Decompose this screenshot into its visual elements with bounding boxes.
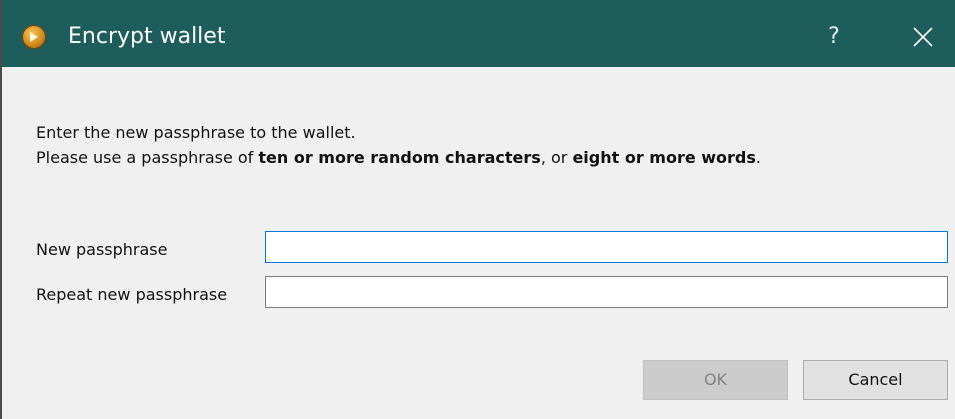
hint-suffix: . — [755, 148, 761, 167]
hint-bold-characters: ten or more random characters — [258, 148, 541, 167]
dialog-content: Enter the new passphrase to the wallet. … — [2, 67, 955, 419]
help-button[interactable]: ? — [814, 16, 854, 58]
wallet-coin-icon — [22, 25, 46, 49]
encrypt-wallet-dialog: Encrypt wallet ? Enter the new passphras… — [0, 0, 955, 419]
cancel-button[interactable]: Cancel — [803, 360, 948, 400]
new-passphrase-input[interactable] — [265, 231, 948, 263]
passphrase-hint: Please use a passphrase of ten or more r… — [36, 148, 761, 167]
title-bar[interactable]: Encrypt wallet ? — [2, 0, 955, 67]
repeat-passphrase-label: Repeat new passphrase — [36, 285, 228, 304]
repeat-passphrase-input[interactable] — [265, 276, 948, 308]
dialog-title: Encrypt wallet — [68, 24, 226, 49]
hint-middle: , or — [540, 148, 573, 167]
instruction-text: Enter the new passphrase to the wallet. — [36, 123, 356, 142]
close-button[interactable] — [897, 16, 949, 58]
ok-button[interactable]: OK — [643, 360, 788, 400]
hint-bold-words: eight or more words — [572, 148, 756, 167]
hint-prefix: Please use a passphrase of — [36, 148, 259, 167]
close-icon — [913, 27, 933, 47]
new-passphrase-label: New passphrase — [36, 240, 168, 259]
